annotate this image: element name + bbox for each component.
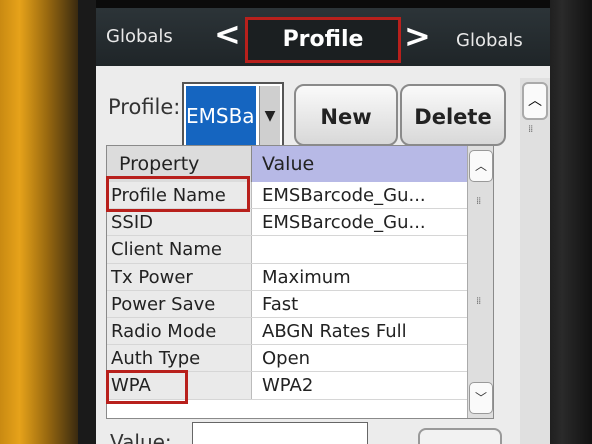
grid-scroll-down-icon[interactable]: ﹀ xyxy=(469,382,493,414)
grid-scrollbar[interactable]: ︿ ⁞⁞ ⁞⁞ ﹀ xyxy=(467,146,493,418)
dropdown-arrow-icon[interactable]: ▼ xyxy=(259,86,280,146)
grid-scroll-up-icon[interactable]: ︿ xyxy=(469,150,493,182)
page-scrollbar[interactable]: ︿ ⁞⁞ xyxy=(520,78,550,444)
profile-dropdown[interactable]: EMSBar ▼ xyxy=(182,82,284,152)
scroll-up-icon[interactable]: ︿ xyxy=(522,82,548,120)
device-bezel-left xyxy=(0,0,78,444)
highlight-wpa xyxy=(106,370,188,404)
chevron-right-icon[interactable]: > xyxy=(404,20,431,52)
status-bar xyxy=(96,0,550,8)
column-header-value[interactable]: Value xyxy=(252,146,467,182)
property-cell[interactable]: Radio Mode xyxy=(107,317,252,345)
grid-scroll-grip-lower-icon[interactable]: ⁞⁞ xyxy=(476,296,481,307)
table-row[interactable]: Radio Mode ABGN Rates Full xyxy=(107,317,467,346)
value-input[interactable] xyxy=(192,422,368,444)
value-cell[interactable]: EMSBarcode_Gu... xyxy=(252,182,467,209)
property-cell[interactable]: Power Save xyxy=(107,290,252,317)
table-row[interactable]: Client Name xyxy=(107,236,467,264)
property-cell[interactable]: Auth Type xyxy=(107,345,252,372)
scroll-grip-icon[interactable]: ⁞⁞ xyxy=(528,124,533,135)
value-button[interactable] xyxy=(418,428,502,444)
delete-button[interactable]: Delete xyxy=(400,84,506,146)
device-screen: Globals < Profile > Globals Profile: EMS… xyxy=(96,0,550,444)
property-cell[interactable]: Tx Power xyxy=(107,263,252,290)
value-cell[interactable] xyxy=(252,236,467,263)
property-cell[interactable]: Client Name xyxy=(107,236,252,263)
table-row[interactable]: SSID EMSBarcode_Gu... xyxy=(107,209,467,237)
tab-profile[interactable]: Profile xyxy=(245,17,401,63)
value-cell[interactable]: WPA2 xyxy=(252,372,467,399)
tab-globals-left[interactable]: Globals xyxy=(106,26,173,47)
new-button[interactable]: New xyxy=(294,84,398,146)
value-cell[interactable]: Fast xyxy=(252,290,467,317)
value-label: Value: xyxy=(110,430,172,444)
tab-globals-right[interactable]: Globals xyxy=(456,30,523,51)
table-row[interactable]: Auth Type Open xyxy=(107,345,467,373)
value-cell[interactable]: Maximum xyxy=(252,263,467,290)
table-row[interactable]: Tx Power Maximum xyxy=(107,263,467,291)
profile-selected-value[interactable]: EMSBar xyxy=(186,86,256,146)
property-cell[interactable]: SSID xyxy=(107,209,252,236)
table-row[interactable]: Power Save Fast xyxy=(107,290,467,318)
highlight-profile-name xyxy=(106,176,250,212)
grid-rows: Profile Name EMSBarcode_Gu... SSID EMSBa… xyxy=(107,182,467,400)
grid-scroll-grip-icon[interactable]: ⁞⁞ xyxy=(476,196,481,207)
chevron-left-icon[interactable]: < xyxy=(214,18,241,50)
profile-label: Profile: xyxy=(108,95,181,119)
value-cell[interactable]: Open xyxy=(252,345,467,372)
value-cell[interactable]: EMSBarcode_Gu... xyxy=(252,209,467,236)
header-bar: Globals < Profile > Globals xyxy=(96,8,550,66)
value-cell[interactable]: ABGN Rates Full xyxy=(252,317,467,345)
